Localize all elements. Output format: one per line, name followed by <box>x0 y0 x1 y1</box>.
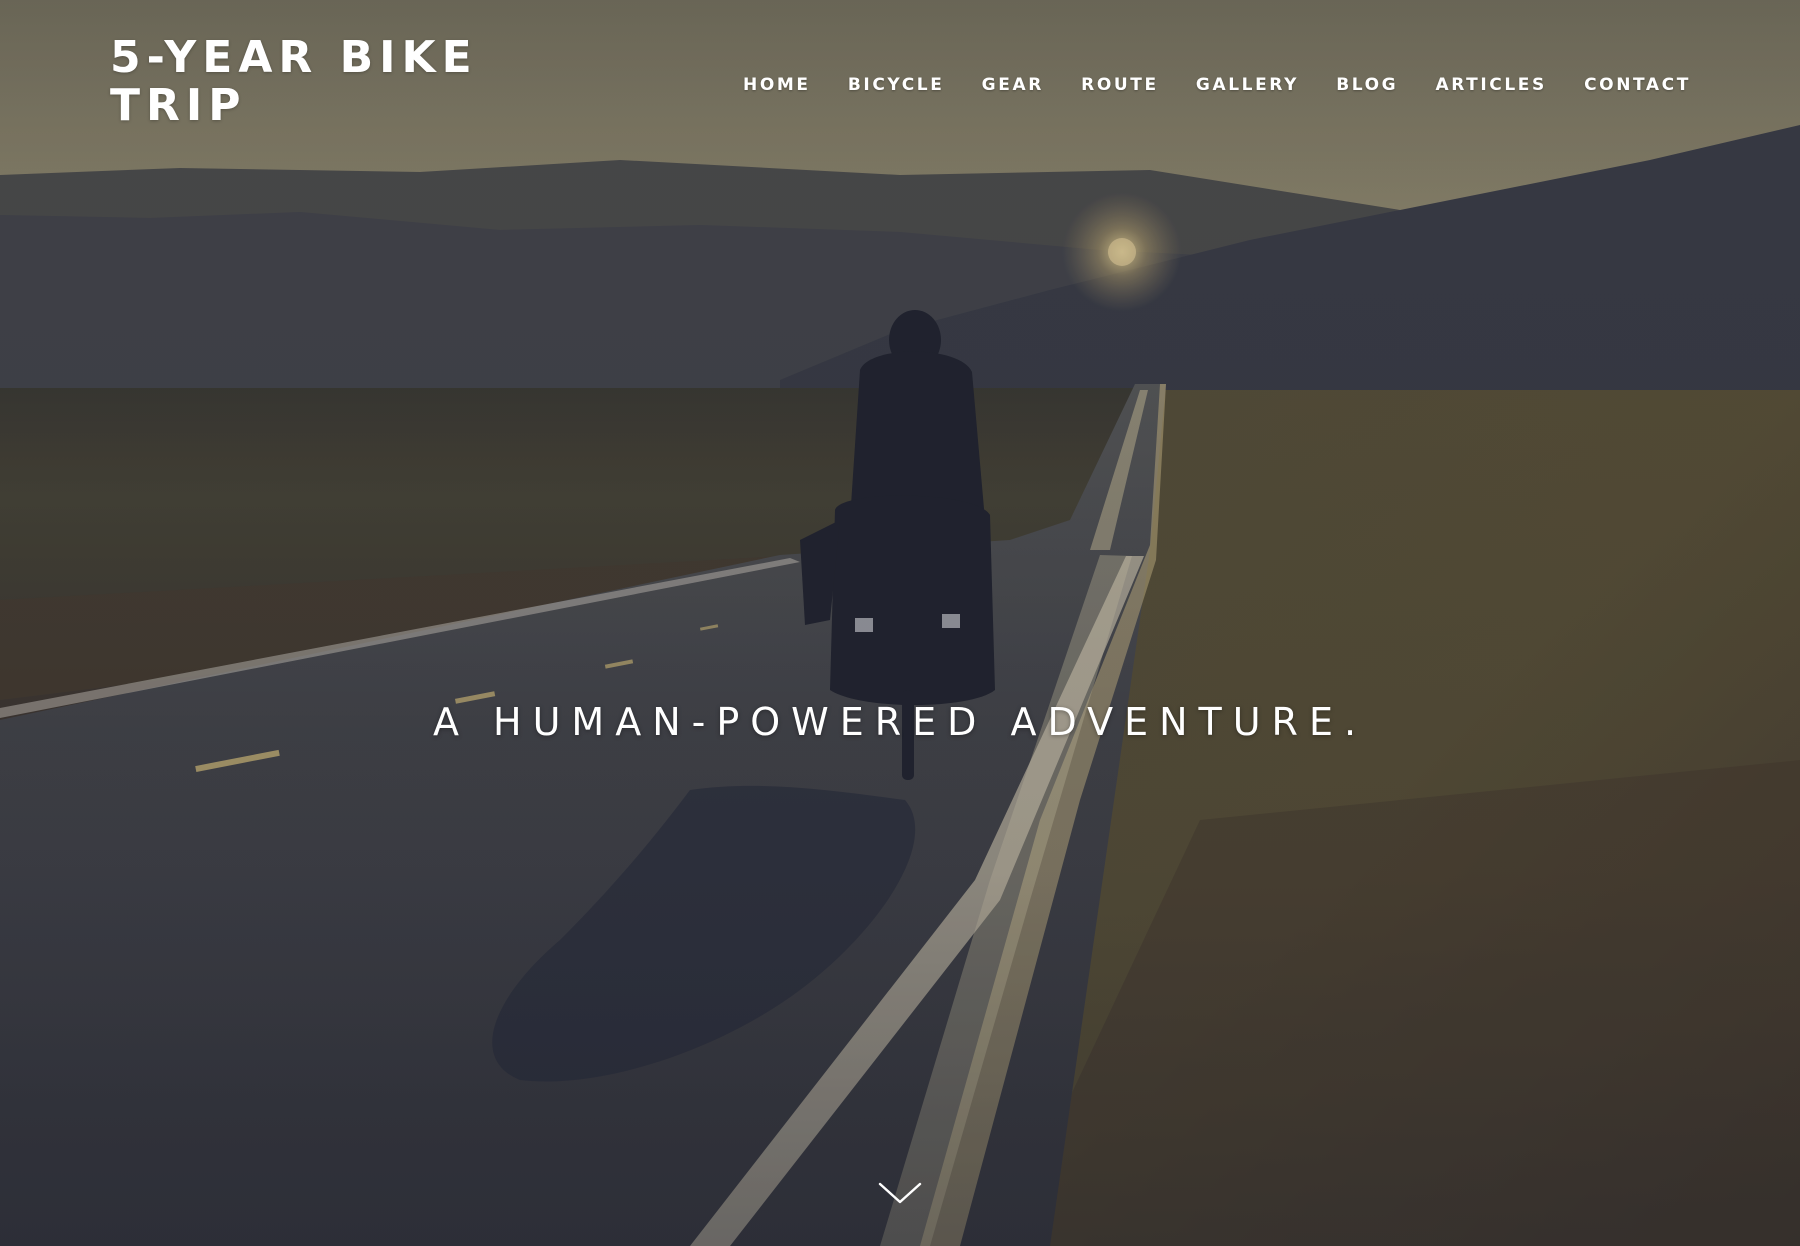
nav-articles[interactable]: ARTICLES <box>1435 75 1546 95</box>
nav-route[interactable]: ROUTE <box>1081 75 1159 95</box>
main-navigation: HOME BICYCLE GEAR ROUTE GALLERY BLOG ART… <box>743 73 1691 97</box>
hero-section: 5-YEAR BIKE TRIP HOME BICYCLE GEAR ROUTE… <box>0 0 1800 1246</box>
nav-home[interactable]: HOME <box>743 75 811 95</box>
scroll-down-button[interactable] <box>876 1178 924 1208</box>
chevron-down-icon <box>878 1182 922 1204</box>
hero-tagline: A HUMAN-POWERED ADVENTURE. <box>432 700 1368 744</box>
nav-contact[interactable]: CONTACT <box>1584 75 1691 95</box>
site-title[interactable]: 5-YEAR BIKE TRIP <box>110 34 510 130</box>
nav-blog[interactable]: BLOG <box>1336 75 1398 95</box>
hero-background-image <box>0 0 1800 1246</box>
nav-gallery[interactable]: GALLERY <box>1196 75 1299 95</box>
nav-bicycle[interactable]: BICYCLE <box>848 75 945 95</box>
nav-gear[interactable]: GEAR <box>982 75 1044 95</box>
